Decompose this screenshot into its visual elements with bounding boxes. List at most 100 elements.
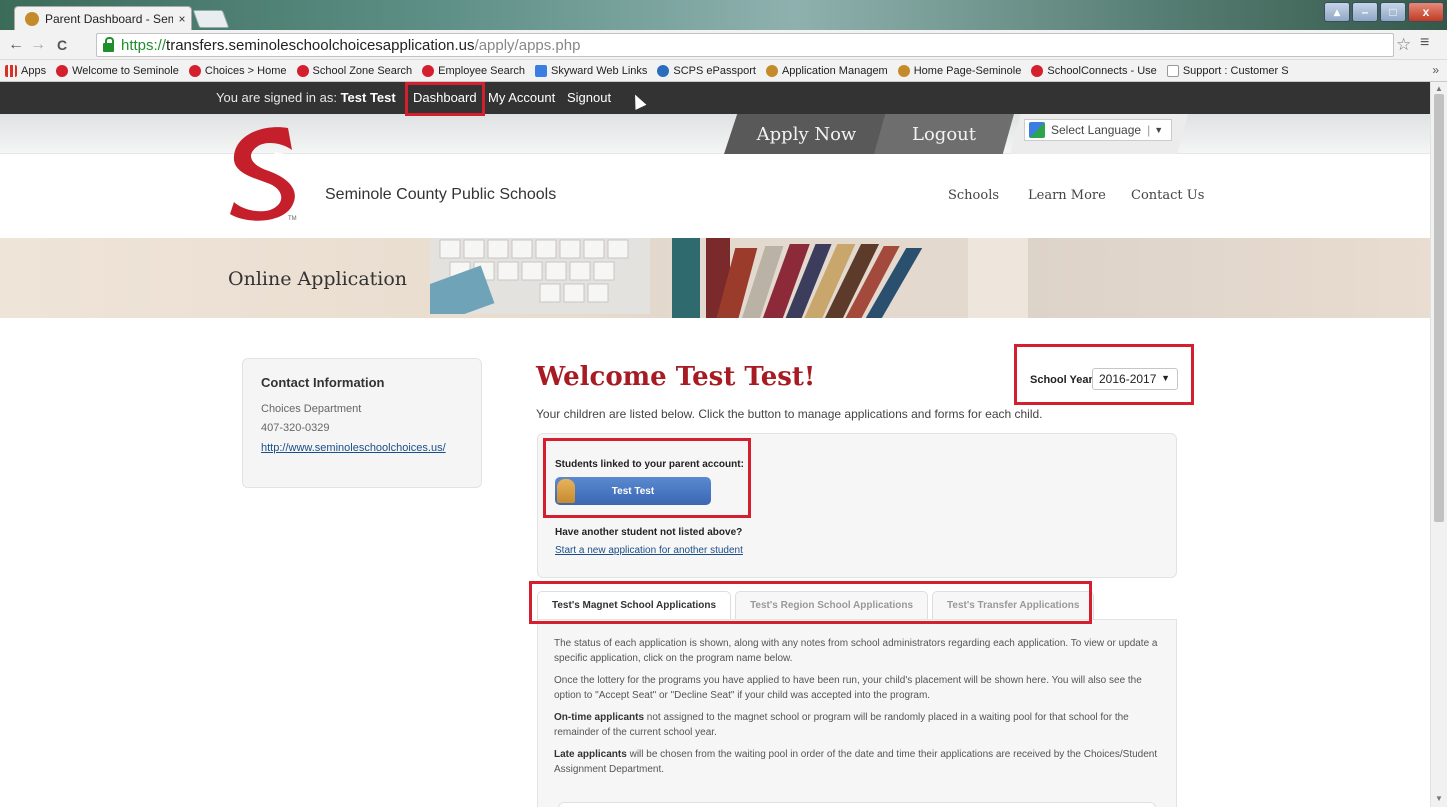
highlight-dashboard	[405, 82, 485, 116]
apps-grid-icon	[5, 64, 17, 77]
scps-logo-icon	[56, 64, 69, 77]
url-host: transfers.seminoleschoolchoicesapplicati…	[166, 36, 475, 54]
logout-button[interactable]: Logout	[874, 114, 1014, 154]
address-bar[interactable]: https://transfers.seminoleschoolchoicesa…	[96, 33, 1394, 57]
highlight-school-year	[1014, 344, 1194, 405]
nav-contact-us[interactable]: Contact Us	[1131, 188, 1204, 203]
bookmark-item[interactable]: Application Managem	[761, 60, 893, 81]
globe-icon	[657, 64, 670, 77]
language-select[interactable]: Select Language | ▼	[1024, 119, 1172, 141]
signed-in-text: You are signed in as: Test Test	[216, 90, 396, 105]
contact-phone: 407-320-0329	[261, 422, 330, 434]
web-page: You are signed in as: Test Test Dashboar…	[0, 82, 1430, 807]
nav-schools[interactable]: Schools	[948, 188, 999, 203]
books-image	[668, 238, 1028, 318]
signout-link[interactable]: Signout	[567, 90, 611, 105]
bookmark-label: Application Managem	[781, 64, 888, 77]
apply-now-button[interactable]: Apply Now	[724, 114, 889, 154]
bookmark-item[interactable]: Skyward Web Links	[530, 60, 652, 81]
account-bar: You are signed in as: Test Test Dashboar…	[0, 82, 1430, 114]
another-student-label: Have another student not listed above?	[555, 527, 743, 538]
chevron-down-icon: ▼	[1154, 125, 1164, 135]
info-bold: Late applicants	[554, 749, 627, 760]
reload-icon[interactable]: C	[52, 34, 72, 56]
forward-icon[interactable]: →	[28, 34, 48, 56]
browser-menu-icon[interactable]: ≡	[1420, 34, 1429, 52]
scps-logo-icon	[188, 64, 201, 77]
maximize-window-icon[interactable]: □	[1380, 2, 1406, 22]
my-account-link[interactable]: My Account	[488, 90, 555, 105]
scps-logo-icon	[422, 64, 435, 77]
new-tab-button[interactable]	[192, 10, 230, 28]
url-path: /apply/apps.php	[474, 36, 581, 54]
google-translate-icon	[1029, 122, 1045, 138]
bookmark-item[interactable]: SCPS ePassport	[652, 60, 761, 81]
bookmark-item[interactable]: Welcome to Seminole	[51, 60, 184, 81]
header-band	[0, 114, 1430, 154]
back-icon[interactable]: ←	[6, 34, 26, 56]
info-paragraph: Once the lottery for the programs you ha…	[554, 675, 1142, 701]
browser-tab[interactable]: Parent Dashboard - Semi ×	[14, 6, 192, 30]
minimize-window-icon[interactable]: –	[1352, 2, 1378, 22]
restore-window-icon[interactable]: ▴	[1324, 2, 1350, 22]
browser-tabstrip: Parent Dashboard - Semi × ▴ – □ x	[0, 0, 1447, 30]
contact-card: Contact Information Choices Department 4…	[242, 358, 482, 488]
nav-learn-more[interactable]: Learn More	[1028, 188, 1106, 203]
site-name: Seminole County Public Schools	[325, 186, 557, 203]
bookmark-label: SCPS ePassport	[673, 64, 756, 77]
bookmark-item[interactable]: Employee Search	[417, 60, 530, 81]
bookmark-item[interactable]: Home Page-Seminole	[893, 60, 1027, 81]
seal-icon	[897, 64, 910, 77]
tab-close-icon[interactable]: ×	[173, 12, 191, 26]
bookmarks-overflow-icon[interactable]: »	[1432, 63, 1439, 77]
signed-in-user: Test Test	[340, 90, 396, 105]
banner-title: Online Application	[228, 268, 408, 290]
close-window-icon[interactable]: x	[1408, 2, 1444, 22]
seal-icon	[765, 64, 778, 77]
bookmark-item[interactable]: Support : Customer S	[1162, 60, 1294, 81]
bookmark-star-icon[interactable]: ☆	[1396, 35, 1411, 55]
contact-department: Choices Department	[261, 403, 362, 415]
bookmark-label: Welcome to Seminole	[72, 64, 179, 77]
bookmark-label: School Zone Search	[312, 64, 413, 77]
scps-logo: TM	[230, 127, 297, 222]
scroll-up-icon[interactable]: ▲	[1435, 84, 1443, 93]
bookmark-label: Choices > Home	[204, 64, 287, 77]
scps-logo-icon	[296, 64, 309, 77]
tab-title: Parent Dashboard - Semi	[45, 11, 173, 26]
bookmark-label: Employee Search	[438, 64, 525, 77]
tab-favicon-icon	[25, 11, 39, 26]
bookmark-label: SchoolConnects - Use	[1047, 64, 1157, 77]
skyward-icon	[535, 64, 547, 77]
info-bold: On-time applicants	[554, 712, 645, 723]
info-paragraph: The status of each application is shown,…	[554, 638, 1158, 664]
highlight-student	[543, 438, 751, 518]
keyboard-image	[430, 238, 650, 314]
bookmark-item[interactable]: School Zone Search	[292, 60, 418, 81]
info-paragraph: Late applicants will be chosen from the …	[554, 747, 1160, 777]
applications-list-box	[558, 802, 1156, 807]
bookmark-item[interactable]: SchoolConnects - Use	[1026, 60, 1161, 81]
bookmark-item[interactable]: Apps	[0, 60, 51, 81]
lock-icon	[103, 36, 114, 52]
signed-in-prefix: You are signed in as:	[216, 90, 337, 105]
highlight-tabs	[529, 581, 1092, 624]
bookmark-label: Apps	[21, 64, 47, 77]
scroll-down-icon[interactable]: ▼	[1435, 794, 1443, 803]
scroll-thumb[interactable]	[1434, 94, 1444, 522]
tab-content-panel: The status of each application is shown,…	[537, 619, 1177, 807]
bookmark-label: Support : Customer S	[1182, 64, 1289, 77]
new-application-link[interactable]: Start a new application for another stud…	[555, 545, 743, 556]
url-protocol: https://	[121, 36, 167, 54]
schoolconnects-icon	[1031, 64, 1044, 77]
bookmark-label: Skyward Web Links	[551, 64, 648, 77]
intro-text: Your children are listed below. Click th…	[536, 407, 1043, 421]
browser-toolbar: ← → C https://transfers.seminoleschoolch…	[0, 30, 1447, 60]
document-icon	[1166, 64, 1179, 77]
contact-heading: Contact Information	[261, 375, 385, 390]
contact-website-link[interactable]: http://www.seminoleschoolchoices.us/	[261, 442, 446, 454]
info-paragraph: On-time applicants not assigned to the m…	[554, 710, 1160, 740]
language-label: Select Language	[1051, 123, 1142, 137]
bookmark-item[interactable]: Choices > Home	[184, 60, 292, 81]
page-scrollbar[interactable]: ▲ ▼	[1430, 82, 1447, 807]
